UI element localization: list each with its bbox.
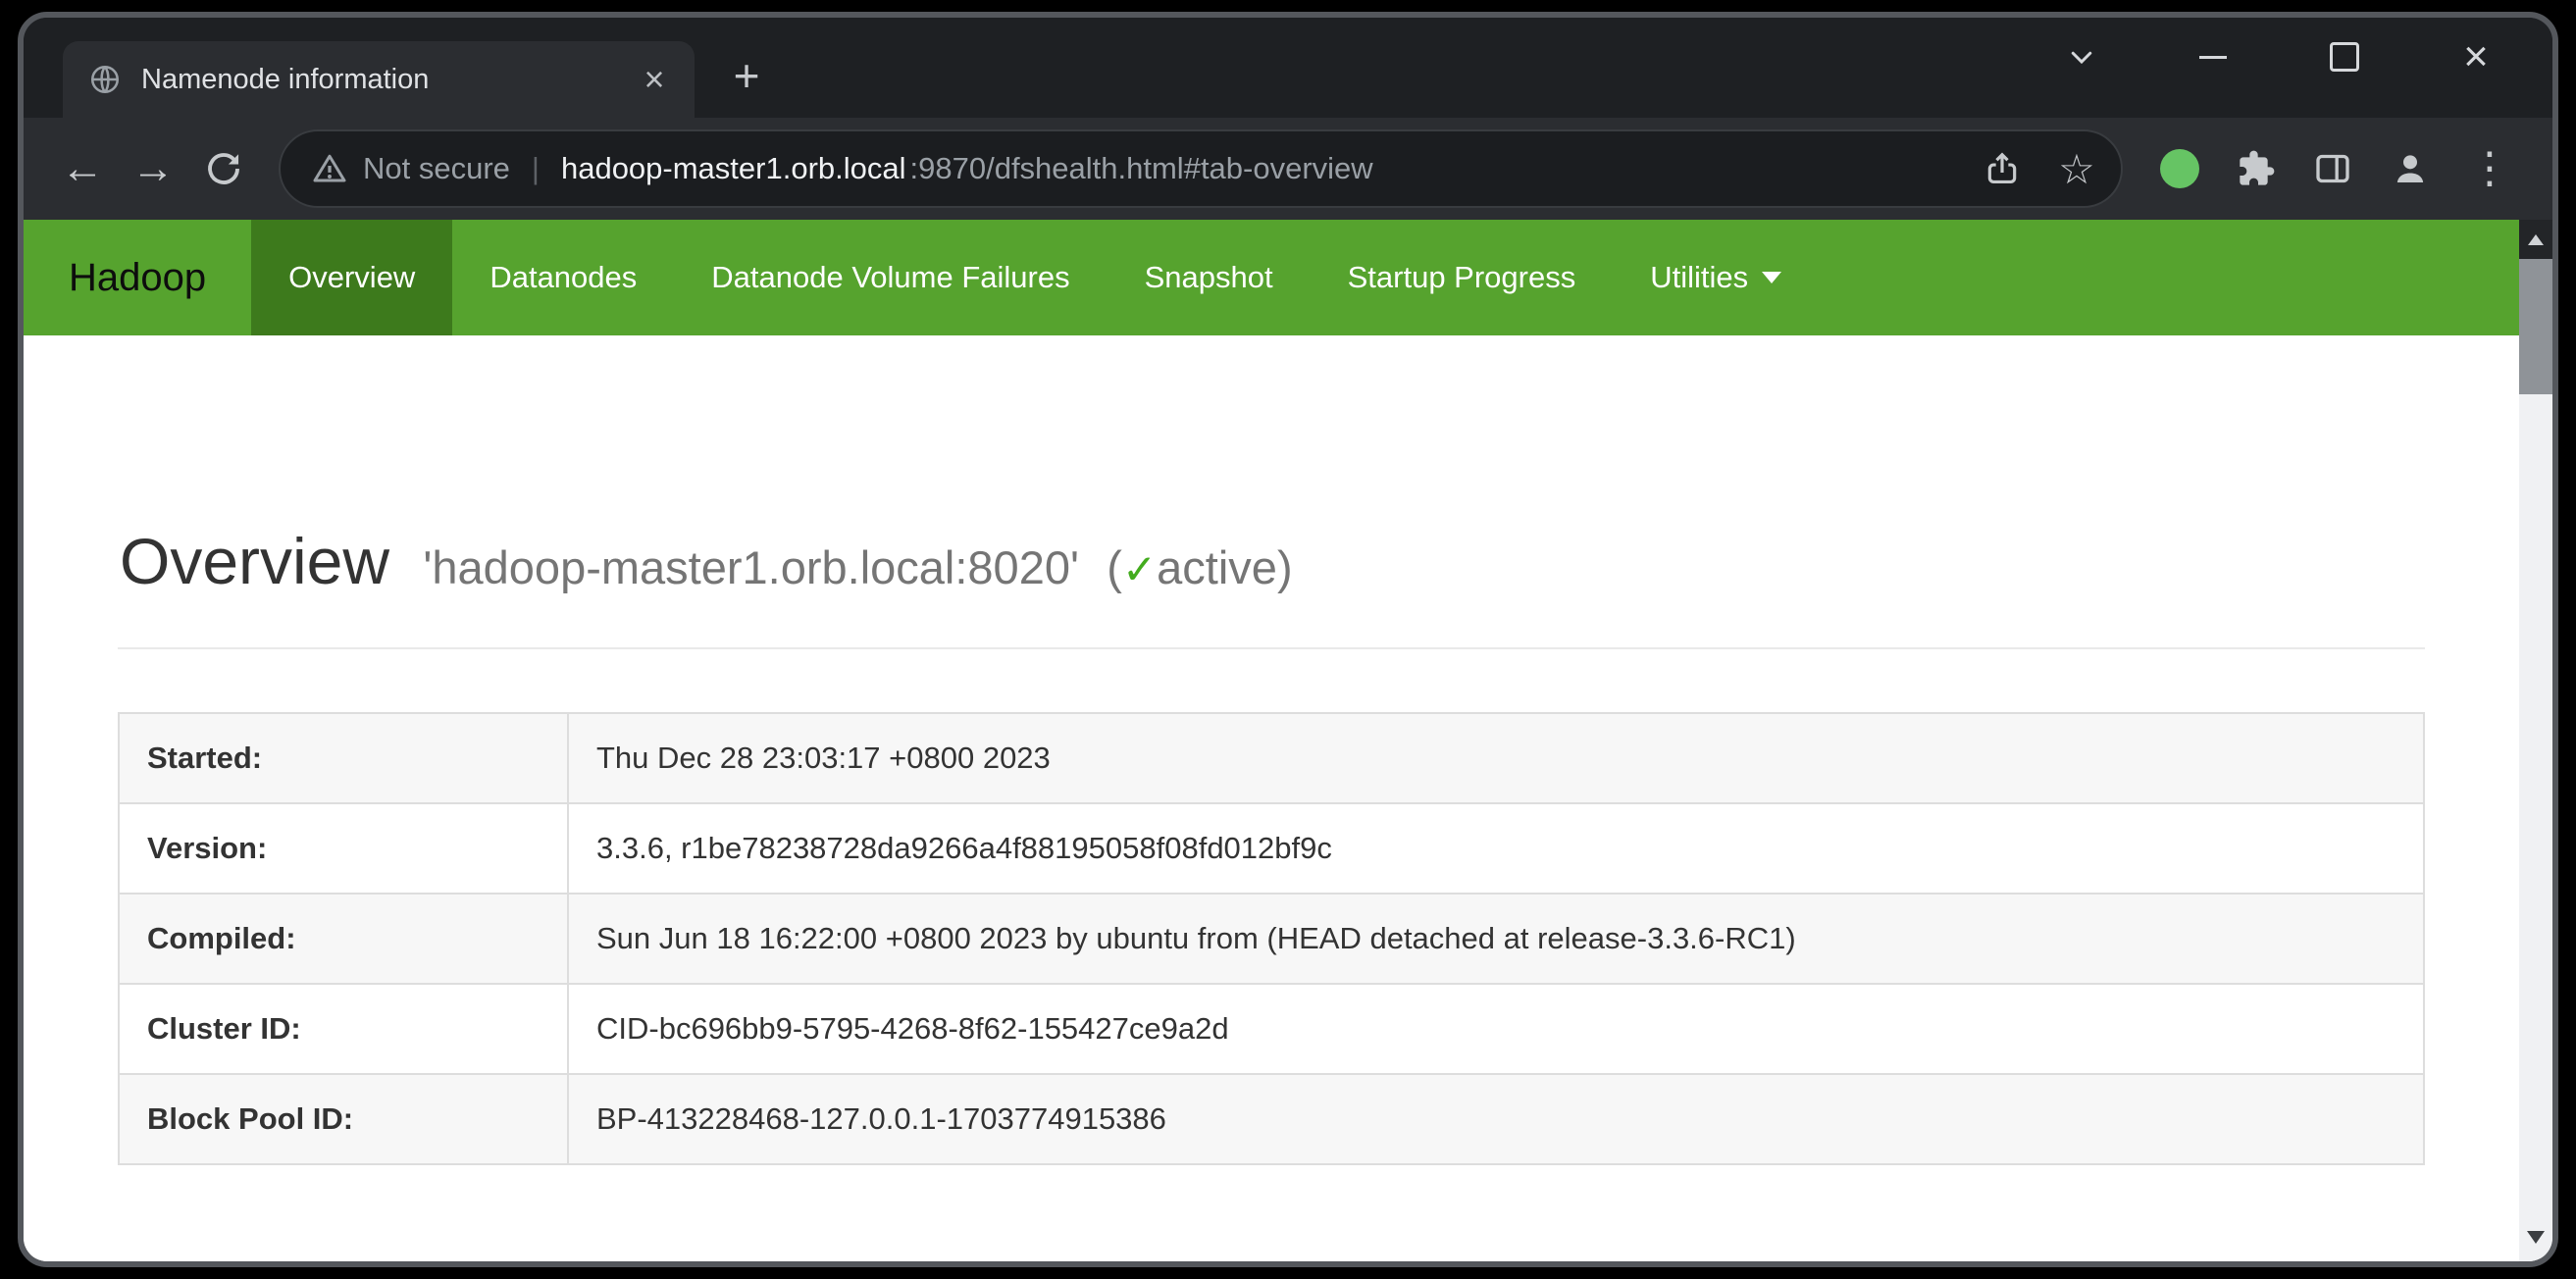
tab-search-button[interactable] [2056,31,2107,82]
globe-icon [88,63,122,96]
toolbar-extensions-area: ⋮ [2146,147,2525,190]
divider-rule [118,647,2425,649]
caret-down-icon [1762,272,1781,283]
tab-title: Namenode information [141,64,612,96]
url-host: hadoop-master1.orb.local [561,151,906,186]
page-title-text: Overview [120,525,389,597]
maximize-button[interactable] [2319,31,2370,82]
status-open-paren: ( [1107,541,1122,593]
forward-button[interactable]: → [122,137,184,200]
page-subtitle: 'hadoop-master1.orb.local:8020' [423,541,1079,593]
browser-toolbar: ← → Not secure | hadoop-master1.orb [24,118,2552,220]
profile-button[interactable] [2390,148,2431,189]
side-panel-button[interactable] [2313,149,2352,188]
overview-table: Started: Thu Dec 28 23:03:17 +0800 2023 … [118,712,2425,1165]
browser-window: Namenode information × + × [18,12,2558,1267]
window-controls: × [2056,31,2501,82]
maximize-icon [2330,42,2359,72]
navbar-brand[interactable]: Hadoop [24,220,251,335]
row-label: Started: [119,713,568,803]
browser-tab[interactable]: Namenode information × [63,41,695,118]
row-label: Block Pool ID: [119,1074,568,1164]
nav-item-datanode-volume-failures[interactable]: Datanode Volume Failures [674,220,1107,335]
page-viewport: Hadoop Overview Datanodes Datanode Volum… [24,220,2552,1261]
site-security-chip[interactable]: Not secure [312,151,510,186]
row-label: Cluster ID: [119,984,568,1074]
hadoop-navbar: Hadoop Overview Datanodes Datanode Volum… [24,220,2519,335]
table-row-cluster-id: Cluster ID: CID-bc696bb9-5795-4268-8f62-… [119,984,2424,1074]
row-value: 3.3.6, r1be78238728da9266a4f88195058f08f… [568,803,2424,894]
minimize-icon [2199,56,2227,59]
nav-item-overview[interactable]: Overview [251,220,452,335]
page: Hadoop Overview Datanodes Datanode Volum… [24,220,2519,1261]
page-title: Overview 'hadoop-master1.orb.local:8020'… [120,524,2425,598]
scrollbar[interactable] [2519,220,2552,1261]
nav-item-utilities[interactable]: Utilities [1613,220,1819,335]
row-label: Compiled: [119,894,568,984]
extensions-puzzle-button[interactable] [2237,149,2276,188]
url-path: :9870/dfshealth.html#tab-overview [910,151,1373,186]
url-divider: | [532,151,540,186]
row-value: CID-bc696bb9-5795-4268-8f62-155427ce9a2d [568,984,2424,1074]
tab-close-button[interactable]: × [632,57,677,102]
address-bar[interactable]: Not secure | hadoop-master1.orb.local :9… [279,129,2123,208]
check-icon: ✓ [1122,546,1157,592]
nav-item-utilities-label: Utilities [1650,260,1748,295]
reload-button[interactable] [192,137,255,200]
table-row-version: Version: 3.3.6, r1be78238728da9266a4f881… [119,803,2424,894]
nav-item-snapshot[interactable]: Snapshot [1108,220,1311,335]
bookmark-star-button[interactable]: ☆ [2048,140,2105,197]
status-label: active [1157,541,1277,593]
arrow-down-icon [2527,1231,2545,1244]
minimize-button[interactable] [2188,31,2239,82]
back-button[interactable]: ← [51,137,114,200]
chevron-down-icon [2067,42,2096,72]
scroll-thumb[interactable] [2519,259,2552,394]
warning-icon [312,151,347,186]
extension-badge-icon[interactable] [2160,149,2199,188]
new-tab-button[interactable]: + [718,47,775,104]
tab-strip: Namenode information × + × [24,18,2552,118]
table-row-compiled: Compiled: Sun Jun 18 16:22:00 +0800 2023… [119,894,2424,984]
share-button[interactable] [1974,140,2031,197]
status-close-paren: ) [1277,541,1293,593]
close-icon: × [2463,32,2489,81]
page-content: Overview 'hadoop-master1.orb.local:8020'… [24,335,2519,1261]
table-row-started: Started: Thu Dec 28 23:03:17 +0800 2023 [119,713,2424,803]
scroll-down-button[interactable] [2519,1212,2552,1261]
scroll-up-button[interactable] [2519,220,2552,259]
row-value: BP-413228468-127.0.0.1-1703774915386 [568,1074,2424,1164]
window-close-button[interactable]: × [2450,31,2501,82]
row-value: Sun Jun 18 16:22:00 +0800 2023 by ubuntu… [568,894,2424,984]
row-value: Thu Dec 28 23:03:17 +0800 2023 [568,713,2424,803]
status-active: (✓active) [1107,541,1292,593]
browser-menu-button[interactable]: ⋮ [2468,147,2511,190]
nav-item-datanodes[interactable]: Datanodes [452,220,674,335]
table-row-block-pool-id: Block Pool ID: BP-413228468-127.0.0.1-17… [119,1074,2424,1164]
arrow-up-icon [2528,234,2544,245]
close-icon: × [644,59,664,100]
security-label: Not secure [363,151,510,186]
row-label: Version: [119,803,568,894]
nav-item-startup-progress[interactable]: Startup Progress [1311,220,1614,335]
